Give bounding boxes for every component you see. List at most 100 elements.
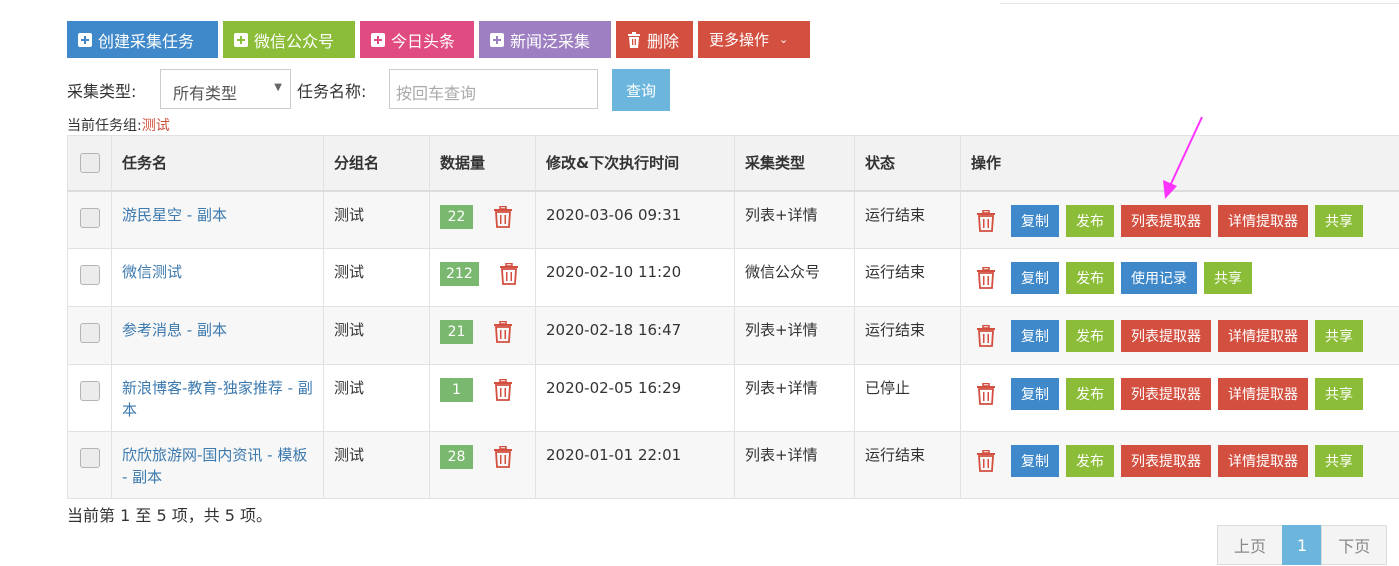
list-extractor-button[interactable]: 列表提取器 [1121, 445, 1211, 477]
publish-button[interactable]: 发布 [1066, 262, 1114, 294]
task-name-link[interactable]: 参考消息 - 副本 [122, 321, 227, 339]
create-task-label: 创建采集任务 [98, 31, 195, 51]
list-extractor-button[interactable]: 列表提取器 [1121, 204, 1211, 237]
copy-button[interactable]: 复制 [1011, 320, 1059, 352]
data-count-badge[interactable]: 28 [440, 445, 473, 469]
current-group-label: 当前任务组: [67, 118, 142, 134]
delete-task-icon[interactable] [976, 382, 996, 405]
row-checkbox[interactable] [79, 323, 100, 343]
delete-task-icon[interactable] [976, 266, 996, 289]
row-checkbox[interactable] [79, 381, 100, 401]
publish-button[interactable]: 发布 [1066, 320, 1114, 352]
task-name-link[interactable]: 欣欣旅游网-国内资讯 - 模板 - 副本 [122, 446, 307, 486]
status-text: 已停止 [865, 379, 911, 397]
task-name-link[interactable]: 微信测试 [122, 263, 182, 281]
header-status[interactable]: 状态 [854, 135, 961, 192]
row-checkbox[interactable] [79, 265, 100, 285]
share-button[interactable]: 共享 [1315, 204, 1363, 237]
current-group: 当前任务组:测试 [67, 115, 170, 135]
actions-cell: 复制 发布 列表提取器 详情提取器 共享 [960, 431, 1399, 499]
time-cell: 2020-02-18 16:47 [535, 306, 735, 365]
share-button[interactable]: 共享 [1315, 378, 1363, 410]
publish-button[interactable]: 发布 [1066, 204, 1114, 237]
type-select[interactable]: 所有类型 ▼ [160, 69, 291, 109]
share-button[interactable]: 共享 [1204, 262, 1252, 294]
copy-button[interactable]: 复制 [1011, 378, 1059, 410]
clear-data-icon[interactable] [493, 445, 513, 468]
delete-task-icon[interactable] [976, 449, 996, 472]
task-name-link[interactable]: 游民星空 - 副本 [122, 206, 227, 224]
current-page-button[interactable]: 1 [1282, 525, 1323, 565]
time-cell: 2020-03-06 09:31 [535, 190, 735, 249]
wechat-button[interactable]: 微信公众号 [223, 21, 355, 58]
task-name-link[interactable]: 新浪博客-教育-独家推荐 - 副本 [122, 379, 313, 419]
publish-button[interactable]: 发布 [1066, 378, 1114, 410]
task-name-input[interactable]: 按回车查询 [389, 69, 598, 109]
delete-task-icon[interactable] [976, 324, 996, 347]
status-text: 运行结束 [865, 321, 926, 339]
clear-data-icon[interactable] [499, 262, 519, 285]
time-text: 2020-02-05 16:29 [546, 379, 682, 397]
share-button[interactable]: 共享 [1315, 445, 1363, 477]
news-button[interactable]: 新闻泛采集 [479, 21, 611, 58]
clear-data-icon[interactable] [493, 205, 513, 228]
publish-button[interactable]: 发布 [1066, 445, 1114, 477]
table-row: 欣欣旅游网-国内资讯 - 模板 - 副本 测试 28 2020-01-01 22:01… [67, 431, 1399, 499]
row-checkbox[interactable] [79, 448, 100, 468]
delete-task-icon[interactable] [976, 209, 996, 232]
query-button[interactable]: 查询 [612, 69, 670, 111]
more-actions-button[interactable]: 更多操作 ⌄ [698, 21, 810, 58]
copy-button[interactable]: 复制 [1011, 262, 1059, 294]
usage-log-button[interactable]: 使用记录 [1121, 262, 1197, 294]
header-group[interactable]: 分组名 [323, 135, 430, 192]
type-text: 列表+详情 [745, 446, 818, 464]
status-text: 运行结束 [865, 263, 926, 281]
toutiao-label: 今日头条 [391, 31, 456, 51]
next-page-button[interactable]: 下页 [1321, 525, 1388, 565]
plus-icon [234, 32, 248, 47]
row-checkbox[interactable] [79, 207, 100, 228]
select-all-checkbox[interactable] [79, 152, 100, 173]
group-cell: 测试 [323, 248, 430, 307]
header-time[interactable]: 修改&下次执行时间 [535, 135, 735, 192]
create-task-button[interactable]: 创建采集任务 [67, 21, 218, 58]
row-select-cell [67, 431, 112, 499]
detail-extractor-button[interactable]: 详情提取器 [1218, 378, 1308, 410]
data-count-badge[interactable]: 21 [440, 320, 473, 344]
detail-extractor-button[interactable]: 详情提取器 [1218, 204, 1308, 237]
header-count[interactable]: 数据量 [429, 135, 536, 192]
time-cell: 2020-01-01 22:01 [535, 431, 735, 499]
header-task-name[interactable]: 任务名 [111, 135, 324, 192]
type-text: 微信公众号 [745, 263, 821, 281]
clear-data-icon[interactable] [493, 378, 513, 401]
list-extractor-button[interactable]: 列表提取器 [1121, 378, 1211, 410]
toutiao-button[interactable]: 今日头条 [360, 21, 474, 58]
list-extractor-button[interactable]: 列表提取器 [1121, 320, 1211, 352]
current-group-name[interactable]: 测试 [142, 118, 170, 134]
clear-data-icon[interactable] [493, 320, 513, 343]
top-divider [1000, 3, 1399, 4]
task-name-cell: 新浪博客-教育-独家推荐 - 副本 [111, 364, 324, 432]
data-count-badge[interactable]: 22 [440, 204, 473, 229]
data-count-badge[interactable]: 1 [440, 378, 473, 402]
copy-button[interactable]: 复制 [1011, 204, 1059, 237]
prev-page-button[interactable]: 上页 [1217, 525, 1284, 565]
header-type[interactable]: 采集类型 [734, 135, 855, 192]
group-text: 测试 [334, 321, 365, 339]
data-count-badge[interactable]: 212 [440, 262, 479, 286]
share-button[interactable]: 共享 [1315, 320, 1363, 352]
count-cell: 1 [429, 364, 536, 432]
group-text: 测试 [334, 263, 365, 281]
detail-extractor-button[interactable]: 详情提取器 [1218, 445, 1308, 477]
group-text: 测试 [334, 379, 365, 397]
detail-extractor-button[interactable]: 详情提取器 [1218, 320, 1308, 352]
copy-button[interactable]: 复制 [1011, 445, 1059, 477]
plus-icon [78, 32, 92, 47]
dropdown-arrow-icon: ▼ [274, 82, 282, 93]
time-cell: 2020-02-05 16:29 [535, 364, 735, 432]
task-name-cell: 参考消息 - 副本 [111, 306, 324, 365]
delete-button[interactable]: 删除 [616, 21, 693, 58]
type-text: 列表+详情 [745, 379, 818, 397]
more-actions-label: 更多操作 [709, 31, 770, 49]
actions-cell: 复制 发布 列表提取器 详情提取器 共享 [960, 306, 1399, 365]
